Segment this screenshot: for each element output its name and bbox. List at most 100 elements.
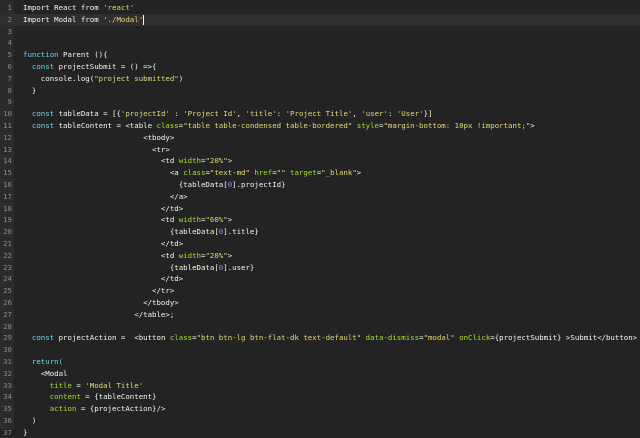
line-number: 11 — [3, 120, 12, 130]
code-line[interactable]: 6 const projectSubmit = () =>{ — [0, 61, 640, 73]
code-text[interactable]: } — [14, 427, 27, 438]
code-line[interactable]: 12 <tbody> — [0, 132, 640, 144]
code-token: function — [23, 50, 64, 60]
code-text[interactable]: {tableData[0].user} — [14, 262, 255, 274]
code-line[interactable]: 35 action = {projectAction}/> — [0, 403, 640, 415]
code-text[interactable]: } — [14, 85, 36, 97]
code-text[interactable]: console.log("project submitted") — [14, 73, 183, 85]
code-token: , — [236, 109, 246, 119]
code-token: <tbody> — [23, 132, 175, 142]
code-text[interactable]: action = {projectAction}/> — [14, 403, 166, 415]
code-token: </td> — [23, 203, 184, 213]
code-line[interactable]: 7 console.log("project submitted") — [0, 73, 640, 85]
code-line[interactable]: 18 </td> — [0, 203, 640, 215]
code-token: Import Modal from — [23, 14, 104, 24]
code-line[interactable]: 17 </a> — [0, 191, 640, 203]
code-token: } — [23, 85, 37, 95]
code-line[interactable]: 8 } — [0, 85, 640, 97]
code-text[interactable]: Import React from 'react' — [14, 2, 134, 14]
code-text[interactable]: const projectSubmit = () =>{ — [14, 61, 157, 73]
line-number: 32 — [3, 368, 12, 378]
code-line[interactable]: 10 const tableData = [{'projectId' : 'Pr… — [0, 108, 640, 120]
code-line[interactable]: 36 ) — [0, 415, 640, 427]
code-line[interactable]: 13 <tr> — [0, 144, 640, 156]
code-token: action — [49, 404, 77, 414]
code-token: "text-md" — [209, 168, 250, 178]
code-line[interactable]: 24 </td> — [0, 273, 640, 285]
code-token: projectSubmit = () =>{ — [58, 61, 157, 71]
code-line[interactable]: 25 </tr> — [0, 285, 640, 297]
code-text[interactable]: return( — [14, 356, 63, 368]
code-text[interactable] — [14, 321, 23, 333]
code-token: {tableData[ — [23, 262, 219, 272]
code-text[interactable] — [14, 344, 23, 356]
code-text[interactable]: const tableContent = <table class="table… — [14, 120, 535, 132]
code-line[interactable]: 31 return( — [0, 356, 640, 368]
code-text[interactable]: <tbody> — [14, 132, 174, 144]
code-line[interactable]: 21 </td> — [0, 238, 640, 250]
code-text[interactable]: function Parent (){ — [14, 49, 108, 61]
code-line[interactable]: 1 Import React from 'react' — [0, 2, 640, 14]
code-text[interactable]: const tableData = [{'projectId' : 'Proje… — [14, 108, 433, 120]
code-token: > — [227, 250, 233, 260]
code-text[interactable]: content = {tableContent} — [14, 391, 157, 403]
code-token: </a> — [23, 191, 188, 201]
code-line[interactable]: 29 const projectAction = <button class="… — [0, 332, 640, 344]
code-line[interactable]: 34 content = {tableContent} — [0, 391, 640, 403]
code-line[interactable]: 28 — [0, 321, 640, 333]
code-text[interactable]: </td> — [14, 203, 183, 215]
code-line[interactable]: 14 <td width="20%"> — [0, 155, 640, 167]
code-line[interactable]: 20 {tableData[0].title} — [0, 226, 640, 238]
code-line[interactable]: 16 {tableData[0].projectId} — [0, 179, 640, 191]
code-line[interactable]: 5 function Parent (){ — [0, 49, 640, 61]
code-token: const — [23, 109, 59, 119]
code-line[interactable]: 26 </tbody> — [0, 297, 640, 309]
code-line[interactable]: 11 const tableContent = <table class="ta… — [0, 120, 640, 132]
code-text[interactable]: </tbody> — [14, 297, 179, 309]
line-number: 37 — [3, 427, 12, 437]
code-text[interactable]: <Modal — [14, 368, 68, 380]
code-text[interactable]: {tableData[0].title} — [14, 226, 259, 238]
code-text[interactable] — [14, 96, 23, 108]
code-text[interactable]: <td width="20%"> — [14, 155, 232, 167]
code-line[interactable]: 9 — [0, 96, 640, 108]
code-line[interactable]: 30 — [0, 344, 640, 356]
code-text[interactable]: Import Modal from './Modal' — [14, 14, 145, 26]
code-text[interactable]: <a class="text-md" href="" target="_blan… — [14, 167, 361, 179]
code-text[interactable]: </td> — [14, 238, 183, 250]
code-token: width — [178, 250, 201, 260]
code-line[interactable]: 19 <td width="60%"> — [0, 214, 640, 226]
code-line[interactable]: 32 <Modal — [0, 368, 640, 380]
code-text[interactable] — [14, 37, 23, 49]
code-line[interactable]: 4 — [0, 37, 640, 49]
code-line[interactable]: 23 {tableData[0].user} — [0, 262, 640, 274]
code-text[interactable]: </td> — [14, 273, 183, 285]
text-cursor — [143, 14, 145, 25]
code-text[interactable] — [14, 26, 23, 38]
code-token: "project submitted" — [94, 73, 179, 83]
code-token: "" — [276, 168, 286, 178]
code-line[interactable]: 37} — [0, 427, 640, 438]
code-line[interactable]: 2 Import Modal from './Modal' — [0, 13, 640, 26]
code-text[interactable]: </tr> — [14, 285, 174, 297]
code-text[interactable]: ) — [14, 415, 36, 427]
code-token: = {tableContent} — [80, 392, 157, 402]
code-lines[interactable]: 1 Import React from 'react' 2 Import Modal … — [0, 2, 640, 438]
code-line[interactable]: 33 title = 'Modal Title' — [0, 380, 640, 392]
code-line[interactable]: 3 — [0, 26, 640, 38]
code-text[interactable]: {tableData[0].projectId} — [14, 179, 286, 191]
code-text[interactable]: title = 'Modal Title' — [14, 380, 143, 392]
code-token: : — [276, 109, 286, 119]
code-text[interactable]: </a> — [14, 191, 188, 203]
code-line[interactable]: 27 </table>; — [0, 309, 640, 321]
code-editor[interactable]: 1 Import React from 'react' 2 Import Modal … — [0, 0, 640, 437]
code-text[interactable]: const projectAction = <button class="btn… — [14, 332, 637, 344]
code-token: ].title} — [223, 227, 259, 237]
code-text[interactable]: </table>; — [14, 309, 174, 321]
code-token: > — [227, 156, 233, 166]
code-text[interactable]: <td width="60%"> — [14, 214, 232, 226]
code-text[interactable]: <td width="20%"> — [14, 250, 232, 262]
code-line[interactable]: 22 <td width="20%"> — [0, 250, 640, 262]
code-line[interactable]: 15 <a class="text-md" href="" target="_b… — [0, 167, 640, 179]
code-text[interactable]: <tr> — [14, 144, 170, 156]
